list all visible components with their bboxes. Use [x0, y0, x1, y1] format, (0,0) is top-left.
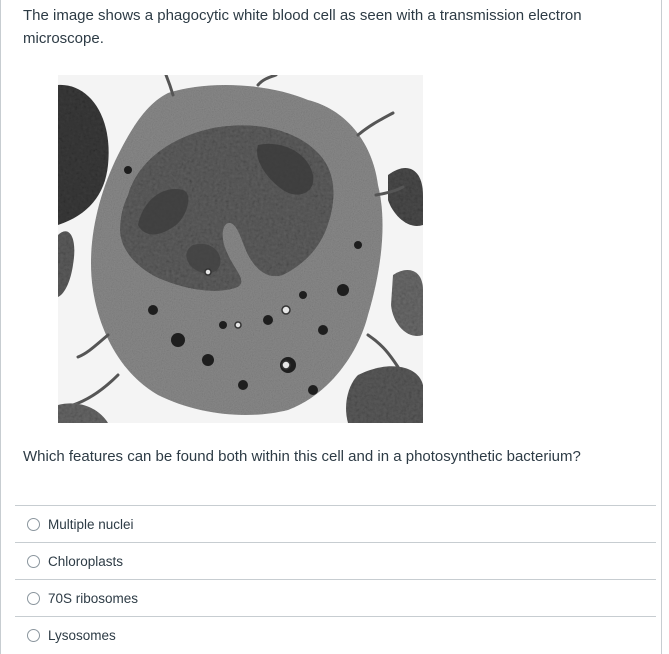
answer-list: Multiple nuclei Chloroplasts 70S ribosom…	[15, 505, 656, 654]
answer-option-chloroplasts[interactable]: Chloroplasts	[15, 542, 656, 579]
question-frame: The image shows a phagocytic white blood…	[0, 0, 662, 654]
answer-label: Lysosomes	[48, 628, 116, 643]
answer-label: 70S ribosomes	[48, 590, 139, 606]
radio-button[interactable]	[27, 629, 40, 642]
answer-label: Chloroplasts	[48, 553, 124, 569]
radio-button[interactable]	[27, 591, 40, 605]
radio-button[interactable]	[27, 517, 40, 531]
answer-label: Multiple nuclei	[48, 516, 134, 532]
cell-micrograph-image	[58, 75, 423, 423]
question-prompt: The image shows a phagocytic white blood…	[23, 7, 582, 47]
answer-option-lysosomes[interactable]: Lysosomes	[15, 616, 656, 654]
question-stem: Which features can be found both within …	[23, 448, 581, 465]
answer-option-multiple-nuclei[interactable]: Multiple nuclei	[15, 505, 656, 542]
answer-option-70s-ribosomes[interactable]: 70S ribosomes	[15, 579, 656, 616]
radio-button[interactable]	[27, 554, 40, 568]
